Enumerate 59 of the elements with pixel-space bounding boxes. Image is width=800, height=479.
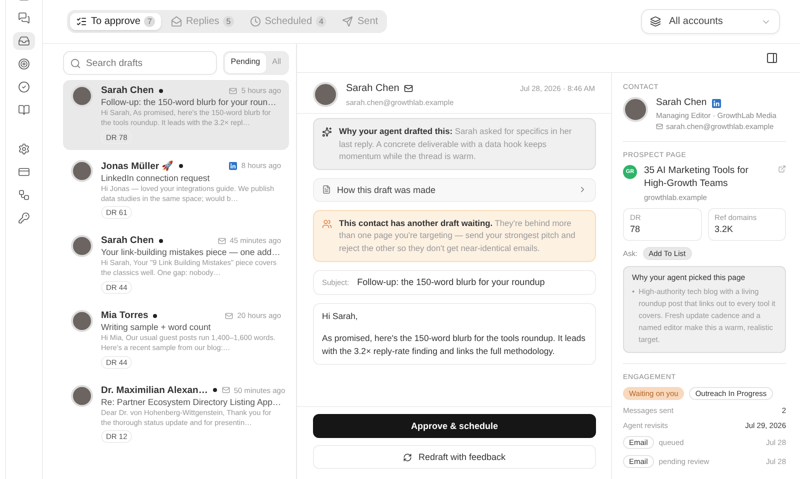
agent-reason-text: Why your agent drafted this: Sarah asked for specifics in her last reply. A concrete deliverable with a data hook keeps momentum while the thread is warm. [339, 125, 573, 163]
checklist-icon [76, 16, 87, 27]
panel-toggle-icon[interactable] [766, 52, 778, 64]
mail-icon [404, 84, 414, 93]
avatar [71, 235, 93, 258]
tab[interactable]: To approve 7 [70, 13, 161, 30]
search-icon [70, 58, 81, 69]
filter-option[interactable]: Pending [224, 53, 266, 73]
mail-icon [222, 386, 230, 394]
avatar [71, 160, 93, 182]
mail-icon [656, 123, 663, 130]
chevron-right-icon [578, 185, 587, 194]
refresh-icon [403, 452, 412, 462]
draft-subject: Writing sample + word count [101, 322, 212, 332]
contact-name: Sarah Chen [346, 82, 400, 95]
sender-name: Sarah Chen [101, 85, 154, 96]
avatar [71, 85, 93, 107]
metric-value: 78 [630, 224, 642, 236]
draft-subject: Your link-building mistakes piece — one add… [101, 247, 281, 258]
send-icon [342, 16, 354, 27]
how-draft-made-row[interactable]: How this draft was made [313, 178, 596, 202]
draft-subject: Re: Partner Ecosystem Directory Listing App… [101, 396, 281, 407]
clock-icon [250, 16, 261, 27]
contact-name: Sarah Chen [656, 97, 707, 110]
sender-name: Dr. Maximilian Alexan… [101, 384, 208, 396]
count-badge: 4 [316, 16, 326, 27]
draft-subject: Follow-up: the 150-word blurb for your roun… [101, 97, 278, 107]
sender-name: Mia Torres [101, 310, 148, 322]
body-paragraph: Hi Sarah, [322, 310, 359, 324]
layers-icon [650, 16, 661, 27]
linkedin-icon [229, 162, 238, 170]
search-field[interactable]: Search drafts [63, 51, 217, 75]
subject-value: Follow-up: the 150-word blurb for your roundup [357, 276, 545, 288]
redraft-button[interactable]: Redraft with feedback [313, 445, 596, 469]
body-paragraph: As promised, here's the 150-word blurb for the tools roundup. It leads with the 3.2× reply-rate finding and links the full methodology. [322, 332, 586, 358]
linkedin-icon [712, 98, 721, 108]
sender-name: Sarah Chen [101, 235, 154, 246]
approve-button[interactable]: Approve & schedule [313, 414, 596, 438]
account-dropdown[interactable]: All accounts [641, 9, 780, 34]
document-icon [322, 185, 331, 194]
avatar [623, 97, 648, 122]
avatar [313, 82, 338, 107]
warning-text: This contact has another draft waiting. They're behind more than one page you're targeting — send your strongest pitch and reject the other so they don't get near-identical emails. [339, 216, 576, 255]
draft-subject: LinkedIn connection request [101, 172, 211, 183]
email-body-field[interactable]: Hi Sarah, As promised, here's the 150-word blurb for the tools roundup. It leads with the 3.2× reply-rate finding and links the full methodology. [313, 303, 596, 366]
inbox-icon[interactable] [13, 32, 35, 50]
metric-value: 3.2K [714, 224, 734, 236]
count-badge: 7 [144, 16, 155, 27]
mail-icon [170, 16, 182, 27]
page-title: 35 AI Marketing Tools for High-Growth Teams [644, 165, 750, 191]
mail-icon [225, 312, 234, 320]
mail-icon [229, 86, 238, 94]
avatar [71, 384, 93, 407]
sparkle-icon [322, 127, 332, 137]
mail-icon [218, 236, 226, 245]
count-badge: 5 [223, 16, 234, 27]
users-icon [322, 218, 332, 229]
sender-name: Jonas Müller 🚀 [101, 160, 174, 172]
avatar [71, 310, 93, 332]
